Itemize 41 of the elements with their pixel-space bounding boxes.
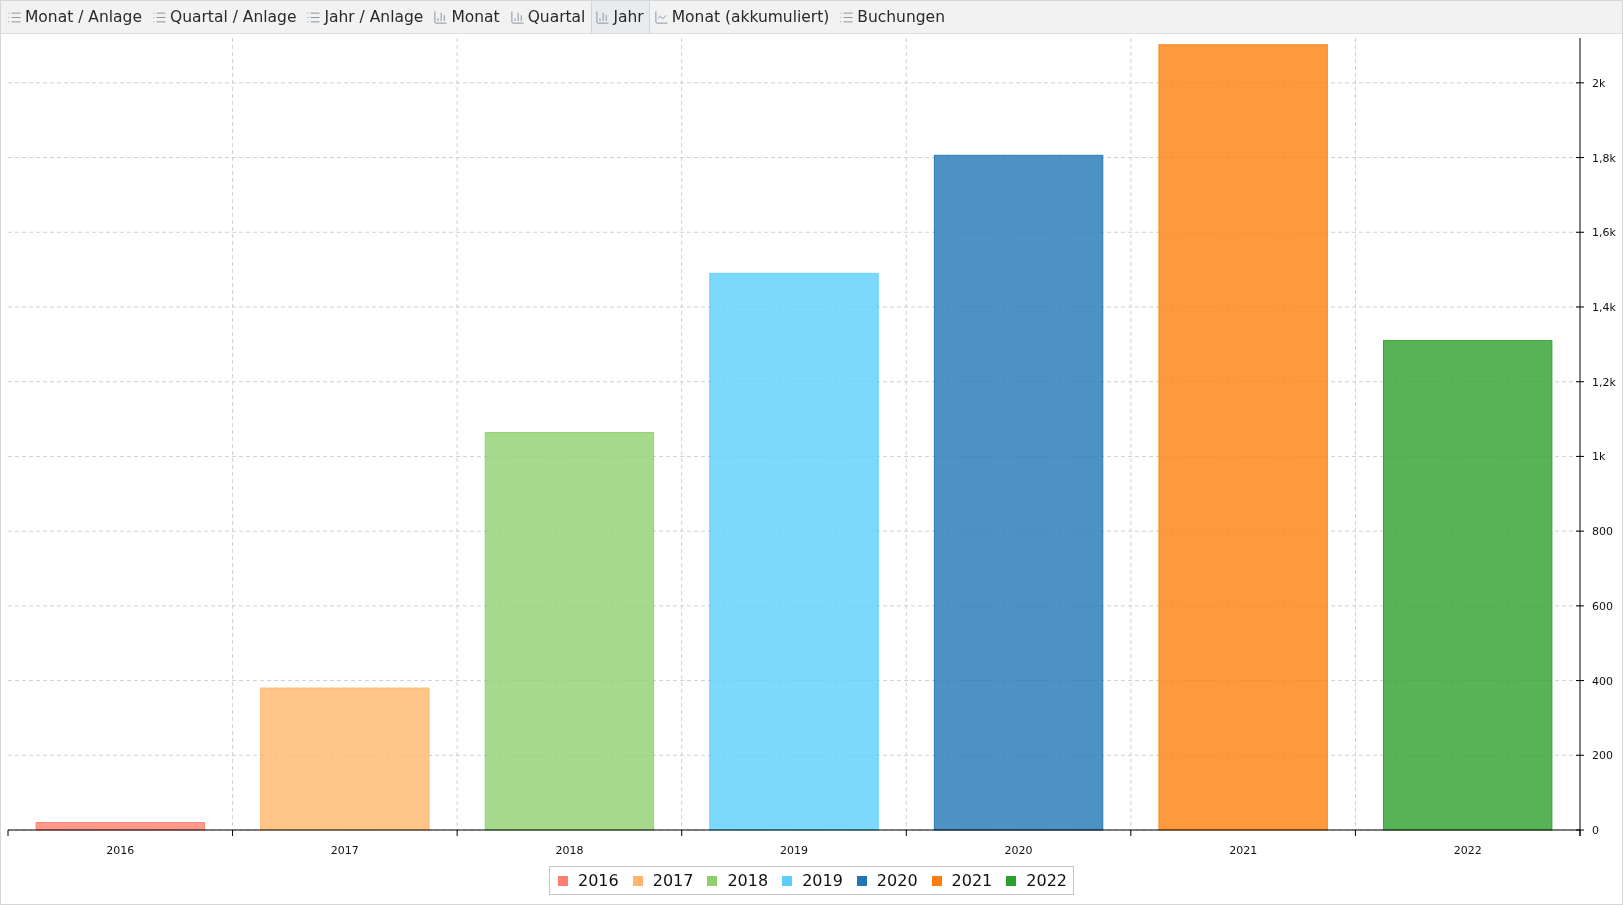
legend-label: 2017 <box>652 871 694 890</box>
y-tick-label: 1,8k <box>1592 151 1616 165</box>
legend-label: 2019 <box>802 871 843 890</box>
view-tab[interactable]: Jahr <box>591 1 650 33</box>
list-icon <box>151 9 167 25</box>
y-tick-label: 1,6k <box>1592 226 1616 240</box>
y-tick-label: 200 <box>1592 749 1613 763</box>
list-icon <box>839 9 855 25</box>
view-tab[interactable]: Quartal <box>505 1 592 33</box>
legend-label: 2020 <box>876 871 918 890</box>
view-tab[interactable]: Buchungen <box>835 1 951 33</box>
x-tick-label: 2020 <box>1004 844 1033 857</box>
y-tick-label: 1,4k <box>1592 301 1616 314</box>
x-tick-label: 2016 <box>106 844 135 857</box>
y-tick-label: 1k <box>1592 450 1606 464</box>
view-tab[interactable]: Monat <box>429 1 506 33</box>
x-tick-label: 2019 <box>780 844 808 857</box>
bar-chart-icon <box>595 9 611 25</box>
view-tab[interactable]: Jahr / Anlage <box>302 1 430 33</box>
x-tick-label: 2018 <box>555 844 584 857</box>
line-chart-icon <box>653 9 669 25</box>
y-tick-label: 600 <box>1592 599 1613 613</box>
legend-label: 2022 <box>1026 871 1067 890</box>
y-tick-label: 1,2k <box>1592 375 1616 389</box>
view-tab[interactable]: Monat (akkumuliert) <box>649 1 836 33</box>
y-tick-label: 400 <box>1592 674 1613 688</box>
x-tick-label: 2021 <box>1229 844 1258 857</box>
legend-label: 2016 <box>578 871 619 890</box>
legend-label: 2021 <box>951 871 993 890</box>
view-tab[interactable]: Quartal / Anlage <box>147 1 303 33</box>
list-icon <box>7 9 22 25</box>
y-tick-label: 2k <box>1592 76 1606 90</box>
y-tick-label: 0 <box>1592 824 1599 837</box>
y-tick-label: 800 <box>1592 525 1613 539</box>
bar-chart-icon <box>433 9 449 25</box>
view-tab[interactable]: Monat / Anlage <box>3 1 148 33</box>
legend-label: 2018 <box>727 871 769 890</box>
x-tick-label: 2022 <box>1453 844 1482 857</box>
bar-chart-icon <box>509 9 525 25</box>
list-icon <box>306 9 322 25</box>
x-tick-label: 2017 <box>330 844 359 857</box>
